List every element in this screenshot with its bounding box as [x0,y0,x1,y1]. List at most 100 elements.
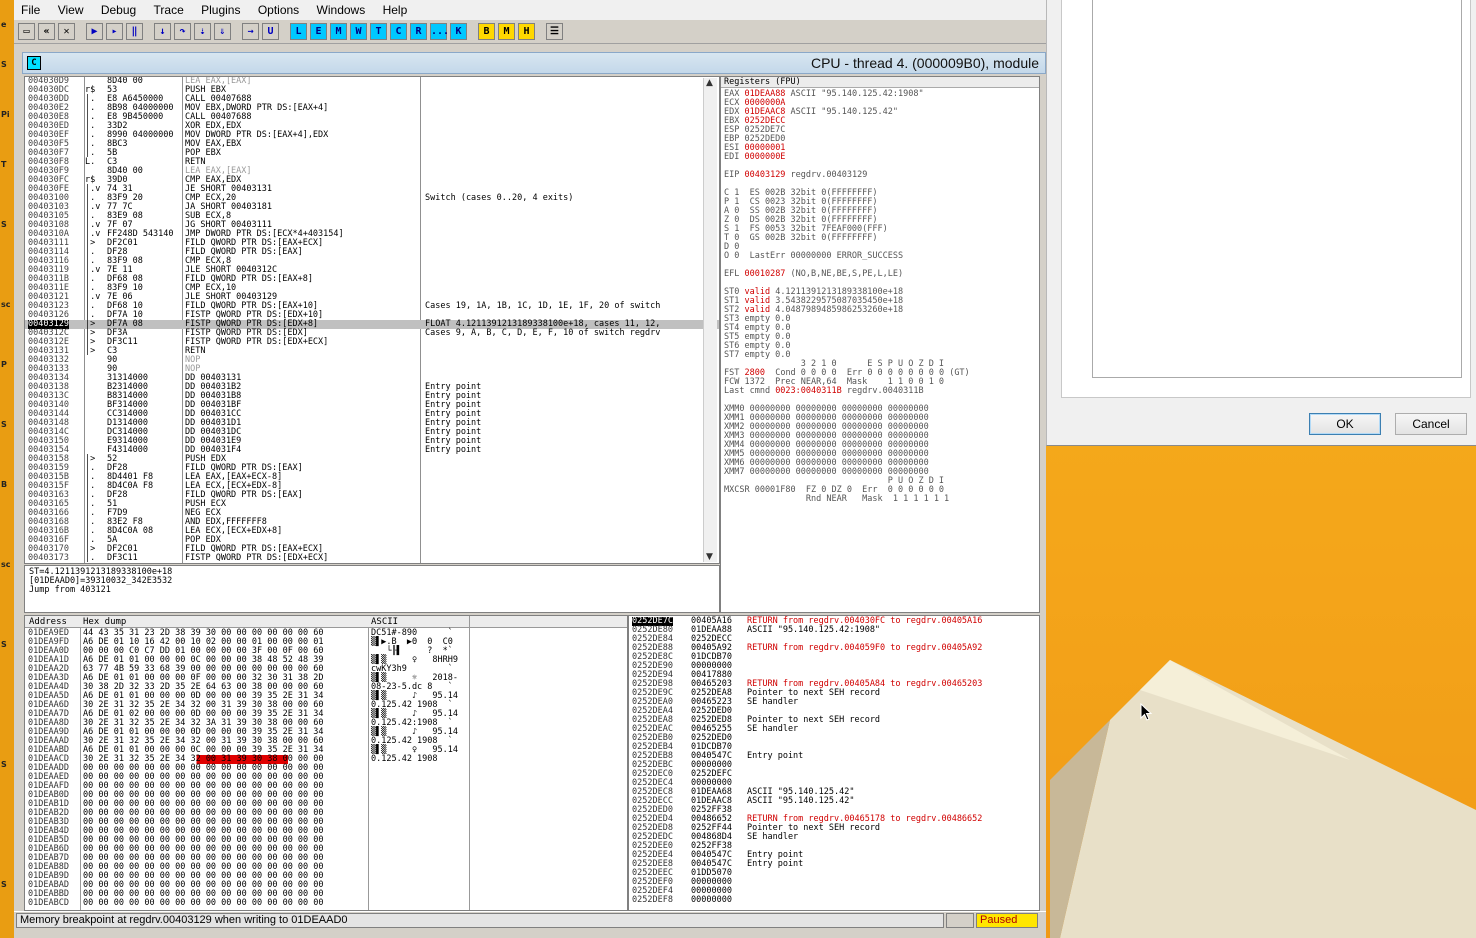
status-separator [946,913,974,928]
ok-button[interactable]: OK [1309,413,1381,435]
disasm-row[interactable]: 004030F9 8D40 00 LEA EAX,[EAX] [25,167,719,176]
toolbar-button-t[interactable]: T [370,23,387,40]
register-name: T 0 GS 002B 32bit 0(FFFFFFFF) [724,233,878,243]
toolbar-button-r[interactable]: R [410,23,427,40]
register-name: Rnd NEAR Mask 1 1 1 1 1 1 [724,494,950,504]
pause-icon[interactable]: ‖ [126,23,143,40]
step-into-icon[interactable]: ↓ [154,23,171,40]
dump-address: 01DEABCD [28,898,69,908]
dump-rows: 01DEA9ED 44 43 35 31 23 2D 38 39 30 00 00… [25,629,625,908]
disasm-row[interactable]: 00403158 |> 52 PUSH EDX [25,455,719,464]
cancel-button[interactable]: Cancel [1395,413,1467,435]
toolbar-button-c[interactable]: C [390,23,407,40]
dump-row[interactable]: 01DEABCD 00 00 00 00 00 00 00 00 00 00 00… [25,899,625,908]
register-value[interactable]: 0023:0040311B [775,386,842,396]
trace-over-icon[interactable]: ⇓ [214,23,231,40]
register-value[interactable]: 00403129 [744,170,785,180]
disasm-row[interactable]: 004030F7 |. 5B POP EBX [25,149,719,158]
dump-header-hex[interactable]: Hex dump [83,617,126,627]
dump-header: Address Hex dump ASCII [25,616,627,628]
toolbar-button-b[interactable]: B [478,23,495,40]
toolbar-button-k[interactable]: K [450,23,467,40]
toolbar-button-m2[interactable]: M [498,23,515,40]
menu-bar: File View Debug Trace Plugins Options Wi… [14,0,1046,20]
trace-into-icon[interactable]: ⇣ [194,23,211,40]
disasm-row[interactable]: 0040316B |. 8D4C0A 08 LEA ECX,[ECX+EDX+8] [25,527,719,536]
step-over-icon[interactable]: ↷ [174,23,191,40]
menu-plugins[interactable]: Plugins [194,0,247,20]
cpu-window-title: CPU - thread 4. (000009B0), module [810,55,1039,71]
toolbar: ▭ « ✕ ▶ ▸ ‖ ↓ ↷ ⇣ ⇓ → U L E M W T C R ..… [14,20,1046,44]
register-value[interactable]: 00010287 [744,269,785,279]
disasm-row[interactable]: 00403165 |. 51 PUSH ECX [25,500,719,509]
toolbar-button-l[interactable]: L [290,23,307,40]
close-icon[interactable]: ✕ [58,23,75,40]
register-line: O 0 LastErr 00000000 ERROR_SUCCESS [724,252,970,261]
menu-debug[interactable]: Debug [94,0,143,20]
menu-view[interactable]: View [51,0,91,20]
disasm-row[interactable]: 00403132 90 NOP [25,356,719,365]
dump-header-ascii[interactable]: ASCII [371,617,398,627]
stack-comment: Entry point [747,751,804,761]
disasm-comment: Switch (cases 0..20, 4 exits) [425,193,574,203]
status-message: Memory breakpoint at regdrv.00403129 whe… [16,913,944,928]
disasm-row[interactable]: 004030E8 |. E8 9B450000 CALL 00407688 [25,113,719,122]
open-icon[interactable]: ▭ [18,23,35,40]
debugger-window: File View Debug Trace Plugins Options Wi… [14,0,1046,938]
register-value[interactable]: 0000000E [744,152,785,162]
toolbar-button-h[interactable]: H [518,23,535,40]
list-icon[interactable]: ☰ [546,23,563,40]
memory-dump-pane[interactable]: Address Hex dump ASCII 01DEA9ED 44 43 35 … [24,615,628,911]
desktop-wallpaper-paper [1050,660,1476,938]
disasm-comment: Cases 9, A, B, C, D, E, F, 10 of switch … [425,328,661,338]
disasm-row[interactable]: 00403131 |> C3 RETN [25,347,719,356]
dialog-window: OK Cancel [1046,0,1476,446]
disasm-row[interactable]: 0040315F |. 8D4C0A F8 LEA ECX,[ECX+EDX-8] [25,482,719,491]
cpu-window-icon: C [27,56,41,70]
menu-trace[interactable]: Trace [147,0,191,20]
register-line: EFL 00010287 (NO,B,NE,BE,S,PE,L,LE) [724,270,970,279]
disasm-row[interactable]: 004030F5 |. 8BC3 MOV EAX,EBX [25,140,719,149]
disasm-row[interactable]: 00403173 |. DF3C11 FISTP QWORD PTR DS:[EDX+… [25,554,719,563]
disasm-command: FISTP QWORD PTR DS:[EDX+ECX] [185,553,329,563]
status-bar: Memory breakpoint at regdrv.00403129 whe… [14,911,1046,929]
menu-help[interactable]: Help [376,0,415,20]
register-remark: regdrv.0040311B [841,386,924,396]
register-line: Last cmnd 0023:0040311B regdrv.0040311B [724,387,970,396]
stack-comment: SE handler [747,697,799,707]
toolbar-button-dots[interactable]: ... [430,23,449,40]
cpu-window-titlebar[interactable]: C CPU - thread 4. (000009B0), module [22,52,1046,74]
disasm-comment: Cases 19, 1A, 1B, 1C, 1D, 1E, 1F, 20 of … [425,301,661,311]
scroll-down-icon[interactable]: ▼ [706,552,713,562]
disassembly-pane[interactable]: 004030D9 8D40 00 LEA EAX,[EAX] 004030DC r$ 53… [24,76,720,564]
disasm-row[interactable]: 004030EF |. 8990 04000000 MOV DWORD PTR DS:… [25,131,719,140]
menu-windows[interactable]: Windows [310,0,373,20]
stack-comment: ASCII "95.140.125.42" [747,796,855,806]
disasm-row[interactable]: 00403163 |. DF28 FILD QWORD PTR DS:[EAX] [25,491,719,500]
dialog-list-area[interactable] [1092,0,1462,378]
toolbar-button-e[interactable]: E [310,23,327,40]
go-to-user-code-icon[interactable]: U [262,23,279,40]
run-thread-icon[interactable]: ▸ [106,23,123,40]
toolbar-button-w[interactable]: W [350,23,367,40]
menu-file[interactable]: File [14,0,47,20]
run-icon[interactable]: ▶ [86,23,103,40]
dialog-panel [1061,0,1471,398]
toolbar-button-m[interactable]: M [330,23,347,40]
disasm-row[interactable]: 0040312E |> DF3C11 FISTP QWORD PTR DS:[EDX+… [25,338,719,347]
restart-icon[interactable]: « [38,23,55,40]
stack-row[interactable]: 0252DEF8 00000000 [629,896,1037,905]
scroll-up-icon[interactable]: ▲ [706,78,713,88]
disasm-row[interactable]: 00403111 |> DF2C01 FILD QWORD PTR DS:[EAX+E… [25,239,719,248]
execute-till-return-icon[interactable]: → [242,23,259,40]
info-line-3: Jump from 403121 [29,585,111,595]
disasm-row[interactable]: 004030D9 8D40 00 LEA EAX,[EAX] [25,77,719,86]
disasm-row[interactable]: 00403154 F4314000 DD 004031F4 Entry point [25,446,719,455]
registers-pane[interactable]: Registers (FPU) EAX 01DEAA88 ASCII "95.1… [720,76,1040,613]
disassembly-scrollbar[interactable]: ▲ ▼ [703,78,717,562]
menu-options[interactable]: Options [251,0,306,20]
dump-header-address[interactable]: Address [29,617,67,627]
registers-header: Registers (FPU) [721,77,1039,88]
stack-pane[interactable]: 0252DE7C 00405A16 RETURN from regdrv.00403… [628,615,1040,911]
register-lines: EAX 01DEAA88 ASCII "95.140.125.42:1908" E… [724,90,970,504]
